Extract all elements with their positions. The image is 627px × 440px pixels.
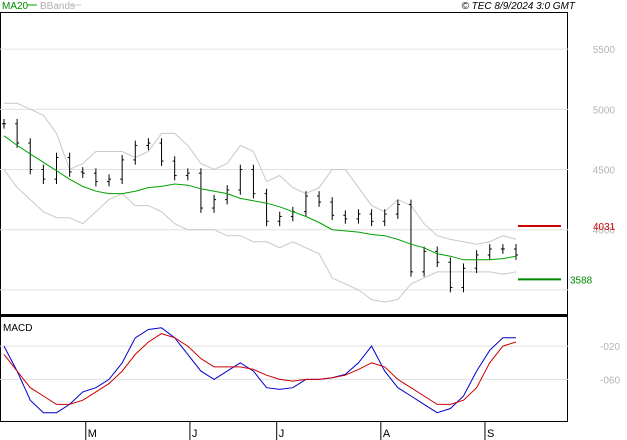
price-y-tick: 5500 bbox=[593, 45, 616, 56]
price-bar bbox=[198, 168, 203, 213]
price-bar bbox=[133, 140, 138, 165]
price-panel-frame bbox=[0, 12, 568, 315]
price-bar bbox=[41, 164, 46, 184]
macd-y-tick: -020 bbox=[600, 342, 620, 353]
macd-lines bbox=[3, 327, 517, 414]
price-bar bbox=[290, 206, 295, 222]
price-bar bbox=[435, 246, 440, 268]
price-bar bbox=[28, 138, 33, 175]
price-y-tick: 4500 bbox=[593, 166, 616, 177]
price-bar bbox=[343, 210, 348, 224]
macd-gridlines bbox=[0, 345, 568, 380]
price-bar bbox=[395, 199, 400, 219]
legend-ma20: MA20 bbox=[2, 1, 29, 12]
price-bar bbox=[212, 194, 217, 213]
price-bar bbox=[514, 244, 518, 260]
macd-panel-frame bbox=[0, 316, 568, 422]
macd-title: MACD bbox=[3, 323, 32, 334]
bollinger-bands bbox=[3, 102, 517, 303]
price-gridlines bbox=[0, 48, 568, 291]
ma20-line bbox=[3, 135, 517, 261]
price-bar bbox=[382, 209, 387, 227]
x-axis: MJJAS bbox=[85, 422, 494, 440]
price-bar bbox=[107, 174, 112, 187]
price-bar bbox=[146, 138, 151, 151]
price-bar bbox=[264, 188, 269, 227]
x-tick-label: A bbox=[383, 428, 391, 440]
ma20-line-group bbox=[3, 135, 517, 261]
macd-y-tick: -060 bbox=[600, 375, 620, 386]
price-bar bbox=[303, 191, 308, 217]
price-bar bbox=[15, 118, 20, 148]
price-bar bbox=[369, 209, 374, 227]
price-bar bbox=[500, 244, 505, 254]
x-tick-label: M bbox=[88, 428, 97, 440]
price-bar bbox=[93, 168, 98, 187]
price-bar bbox=[225, 185, 230, 205]
price-bar bbox=[185, 168, 190, 181]
price-bar bbox=[330, 197, 335, 221]
price-bar bbox=[172, 156, 177, 181]
price-bar bbox=[422, 246, 427, 277]
copyright-text: © TEC 8/9/2024 3:0 GMT bbox=[461, 1, 575, 12]
price-bar bbox=[159, 138, 164, 166]
resistance-level-label: 4031 bbox=[593, 222, 616, 233]
price-bar bbox=[277, 211, 282, 227]
price-bar bbox=[356, 209, 361, 224]
price-bar bbox=[448, 257, 453, 293]
macd-line bbox=[3, 327, 516, 414]
x-tick-label: S bbox=[487, 428, 494, 440]
macd-y-ticks: -020 -060 bbox=[600, 342, 620, 386]
price-bar bbox=[54, 152, 59, 184]
price-bar bbox=[408, 199, 413, 277]
x-tick-label: J bbox=[279, 428, 285, 440]
price-bar bbox=[2, 118, 6, 129]
support-level-label: 3588 bbox=[570, 275, 593, 286]
levels: 4031 3588 bbox=[518, 222, 616, 286]
price-bar bbox=[461, 263, 466, 293]
price-bar bbox=[474, 250, 479, 274]
price-bar bbox=[80, 167, 85, 178]
price-y-tick: 5000 bbox=[593, 105, 616, 116]
x-tick-label: J bbox=[192, 428, 198, 440]
price-bars bbox=[2, 118, 518, 293]
chart-canvas: 5500500045004000 40313588 -020-060 MJJAS… bbox=[0, 1, 620, 440]
price-bar bbox=[487, 244, 492, 260]
price-bar bbox=[317, 191, 322, 207]
price-y-ticks: 5500500045004000 bbox=[593, 45, 616, 237]
legend-bbands: BBands bbox=[40, 1, 75, 12]
